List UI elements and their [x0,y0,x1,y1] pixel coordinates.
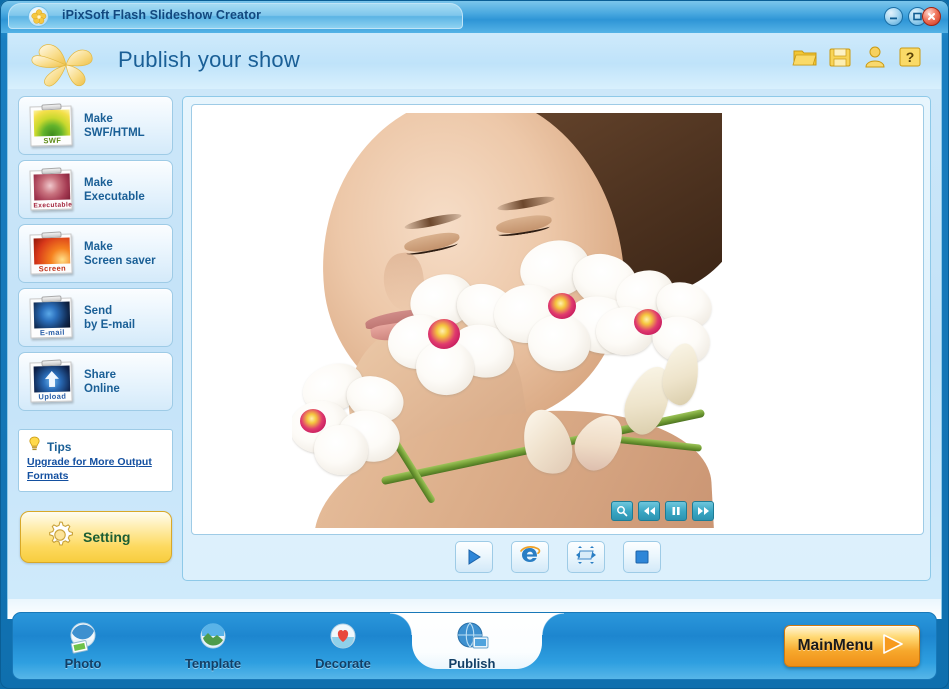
header-toolbar: ? [792,44,923,70]
minimize-icon[interactable] [884,7,903,26]
setting-button[interactable]: Setting [20,511,172,563]
publish-globe-icon [453,619,491,657]
make-swf-html-button[interactable]: SWF Make SWF/HTML [18,96,173,155]
nav-tab-label: Publish [448,656,496,671]
overlay-controls [611,501,714,521]
user-icon[interactable] [862,44,888,70]
pause-icon[interactable] [665,501,687,521]
resize-preview-button[interactable] [566,541,605,573]
screensaver-photo-icon: Screen [26,230,76,277]
internet-explorer-icon [519,544,541,571]
content-area: SWF Make SWF/HTML Executable Make Executab [7,89,942,599]
floppy-disk-icon[interactable] [827,44,853,70]
sidebar-item-label: Make Screen saver [84,240,156,267]
tips-header: Tips [27,436,71,457]
nav-tab-label: Photo [64,656,102,671]
preview-stage[interactable] [191,104,924,535]
heart-globe-icon [324,619,362,657]
play-button[interactable] [454,541,493,573]
tips-box: Tips Upgrade for More Output Formats [18,429,173,492]
page-title: Publish your show [118,47,300,72]
header-band: Publish your show ? [7,33,942,89]
sidebar: SWF Make SWF/HTML Executable Make Executab [18,96,173,416]
make-screensaver-button[interactable]: Screen Make Screen saver [18,224,173,283]
preview-panel [182,96,931,581]
main-menu-button[interactable]: MainMenu [784,625,920,667]
window-title: iPixSoft Flash Slideshow Creator [62,8,262,22]
magnifier-icon[interactable] [611,501,633,521]
slide-image [292,113,722,528]
upgrade-link[interactable]: Upgrade for More Output Formats [27,455,169,483]
stop-button[interactable] [622,541,661,573]
browser-preview-button[interactable] [510,541,549,573]
question-mark-icon[interactable]: ? [897,44,923,70]
fast-forward-icon[interactable] [692,501,714,521]
arrow-right-icon [880,632,906,661]
gear-icon [45,520,75,555]
folder-open-icon[interactable] [792,44,818,70]
close-icon[interactable] [922,7,941,26]
email-photo-icon: E-mail [26,294,76,341]
send-by-email-button[interactable]: E-mail Send by E-mail [18,288,173,347]
main-menu-label: MainMenu [797,637,874,654]
application-window: iPixSoft Flash Slideshow Creator Publish… [0,0,949,689]
lightbulb-icon [27,436,42,457]
nav-bar: Photo Template Decorate Publish MainMenu [12,612,937,680]
photo-globe-icon [64,619,102,657]
resize-arrows-icon [575,545,597,570]
svg-text:?: ? [906,49,915,65]
make-executable-button[interactable]: Executable Make Executable [18,160,173,219]
sidebar-item-label: Send by E-mail [84,304,136,331]
tips-title: Tips [47,439,72,454]
sidebar-item-label: Share Online [84,368,120,395]
sidebar-item-label: Make Executable [84,176,145,203]
template-globe-icon [194,619,232,657]
upload-photo-icon: Upload [26,358,76,405]
nav-tab-photo[interactable]: Photo [28,619,138,675]
nav-tab-label: Decorate [315,656,371,671]
nav-tab-publish[interactable]: Publish [417,619,527,675]
swf-photo-icon: SWF [26,102,76,149]
title-bar: iPixSoft Flash Slideshow Creator [0,0,949,33]
nav-tab-label: Template [184,656,242,671]
sidebar-item-label: Make SWF/HTML [84,112,145,139]
transport-bar [183,541,932,573]
nav-tab-template[interactable]: Template [158,619,268,675]
setting-label: Setting [83,529,131,545]
share-online-button[interactable]: Upload Share Online [18,352,173,411]
pinwheel-flower-icon [24,38,110,88]
nav-tab-decorate[interactable]: Decorate [288,619,398,675]
executable-photo-icon: Executable [26,166,76,213]
flower-logo-icon [28,6,49,27]
rewind-icon[interactable] [638,501,660,521]
